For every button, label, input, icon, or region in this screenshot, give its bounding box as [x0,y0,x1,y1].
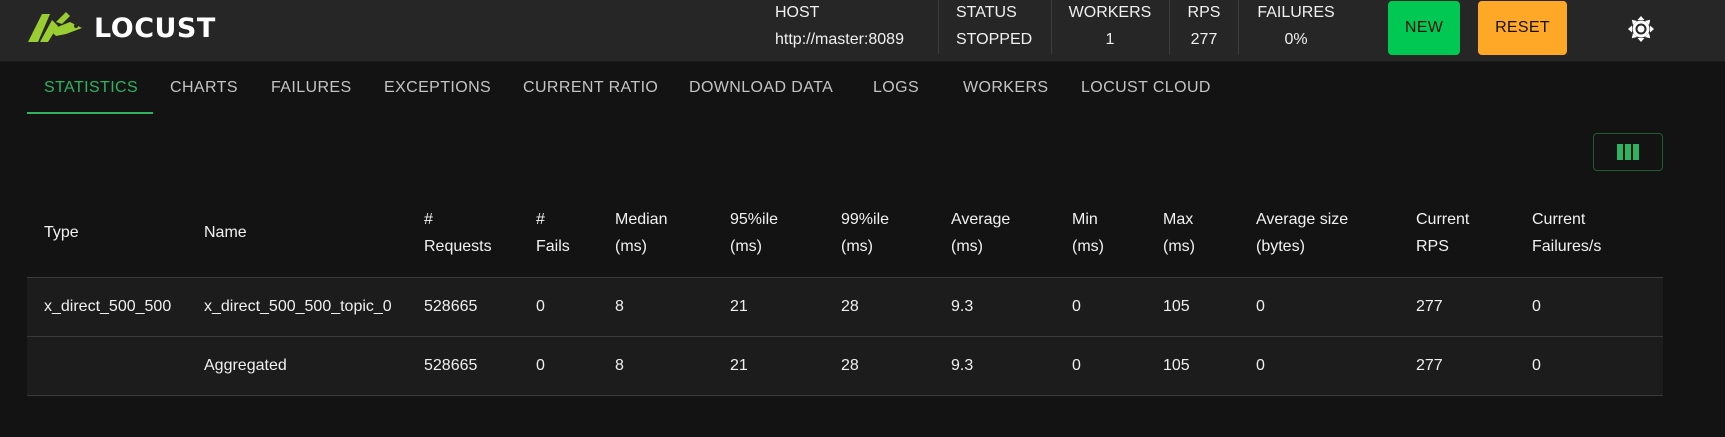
workers-stat: WORKERS 1 [1066,0,1154,62]
tab-charts[interactable]: CHARTS [170,62,238,114]
host-value: http://master:8089 [775,31,904,48]
cell-95pct: 21 [730,357,748,374]
host-label: HOST [775,4,820,21]
cell-requests: 528665 [424,357,478,374]
column-header-name[interactable]: Name [204,219,247,246]
failures-label: FAILURES [1257,4,1335,21]
cell-99pct: 28 [841,298,859,315]
header-divider [1238,0,1239,54]
reset-stats-button[interactable]: RESET [1478,1,1567,55]
table-row-aggregated: Aggregated 528665 0 8 21 28 9.3 0 105 0 … [27,337,1663,396]
cell-median: 8 [615,298,624,315]
cell-95pct: 21 [730,298,748,315]
cell-fails: 0 [536,357,545,374]
cell-min: 0 [1072,298,1081,315]
cell-fails: 0 [536,298,545,315]
column-header-95pct[interactable]: 95%ile (ms) [730,206,778,260]
rps-value: 277 [1190,31,1218,48]
column-header-99pct[interactable]: 99%ile (ms) [841,206,889,260]
table-row: x_direct_500_500 x_direct_500_500_topic_… [27,278,1663,337]
column-selector-button[interactable] [1593,133,1663,171]
column-header-fails[interactable]: # Fails [536,206,570,260]
locust-logo-icon [28,12,82,42]
cell-name: x_direct_500_500_topic_0 [204,298,392,315]
column-header-average[interactable]: Average (ms) [951,206,1010,260]
column-header-average-size[interactable]: Average size (bytes) [1256,206,1348,260]
host-stat: HOST http://master:8089 [775,0,935,62]
rps-stat: RPS 277 [1184,0,1224,62]
column-header-requests[interactable]: # Requests [424,206,492,260]
tab-logs[interactable]: LOGS [873,62,919,114]
statistics-table: Type Name # Requests # Fails Median (ms)… [27,200,1663,396]
header-divider [938,0,939,54]
cell-average: 9.3 [951,298,974,315]
header-divider [1169,0,1170,54]
column-header-median[interactable]: Median (ms) [615,206,667,260]
column-header-max[interactable]: Max (ms) [1163,206,1195,260]
status-label: STATUS [956,4,1017,21]
logo-text: LOCUST [94,12,216,44]
cell-median: 8 [615,357,624,374]
failures-value: 0% [1284,31,1308,48]
cell-max: 105 [1163,298,1190,315]
table-header: Type Name # Requests # Fails Median (ms)… [27,200,1663,278]
cell-current-rps: 277 [1416,298,1443,315]
cell-99pct: 28 [841,357,859,374]
workers-label: WORKERS [1068,4,1152,21]
workers-value: 1 [1105,31,1115,48]
cell-average-size: 0 [1256,357,1265,374]
failures-stat: FAILURES 0% [1255,0,1337,62]
cell-average: 9.3 [951,357,974,374]
tab-statistics[interactable]: STATISTICS [44,62,138,114]
theme-toggle-button[interactable] [1626,14,1656,44]
cell-min: 0 [1072,357,1081,374]
cell-current-failures: 0 [1532,298,1541,315]
column-header-current-failures[interactable]: Current Failures/s [1532,206,1601,260]
tab-locust-cloud[interactable]: LOCUST CLOUD [1081,62,1211,114]
tab-download-data[interactable]: DOWNLOAD DATA [689,62,833,114]
tab-failures[interactable]: FAILURES [271,62,352,114]
brightness-icon [1628,16,1654,42]
new-test-button[interactable]: NEW [1388,1,1460,55]
locust-logo[interactable]: LOCUST [26,12,216,44]
tab-exceptions[interactable]: EXCEPTIONS [384,62,491,114]
view-columns-icon [1617,144,1639,160]
top-bar: LOCUST HOST http://master:8089 STATUS ST… [0,0,1725,62]
active-tab-indicator [27,112,153,114]
status-value: STOPPED [956,31,1033,48]
header-divider [1051,0,1052,54]
cell-name: Aggregated [204,357,287,374]
cell-type: x_direct_500_500 [44,298,172,315]
cell-requests: 528665 [424,298,478,315]
rps-label: RPS [1187,4,1221,21]
cell-current-failures: 0 [1532,357,1541,374]
cell-max: 105 [1163,357,1190,374]
tab-workers[interactable]: WORKERS [963,62,1048,114]
tab-current-ratio[interactable]: CURRENT RATIO [523,62,658,114]
column-header-min[interactable]: Min (ms) [1072,206,1104,260]
cell-current-rps: 277 [1416,357,1443,374]
status-stat: STATUS STOPPED [956,0,1056,62]
column-header-type[interactable]: Type [44,219,79,246]
cell-average-size: 0 [1256,298,1265,315]
column-header-current-rps[interactable]: Current RPS [1416,206,1469,260]
